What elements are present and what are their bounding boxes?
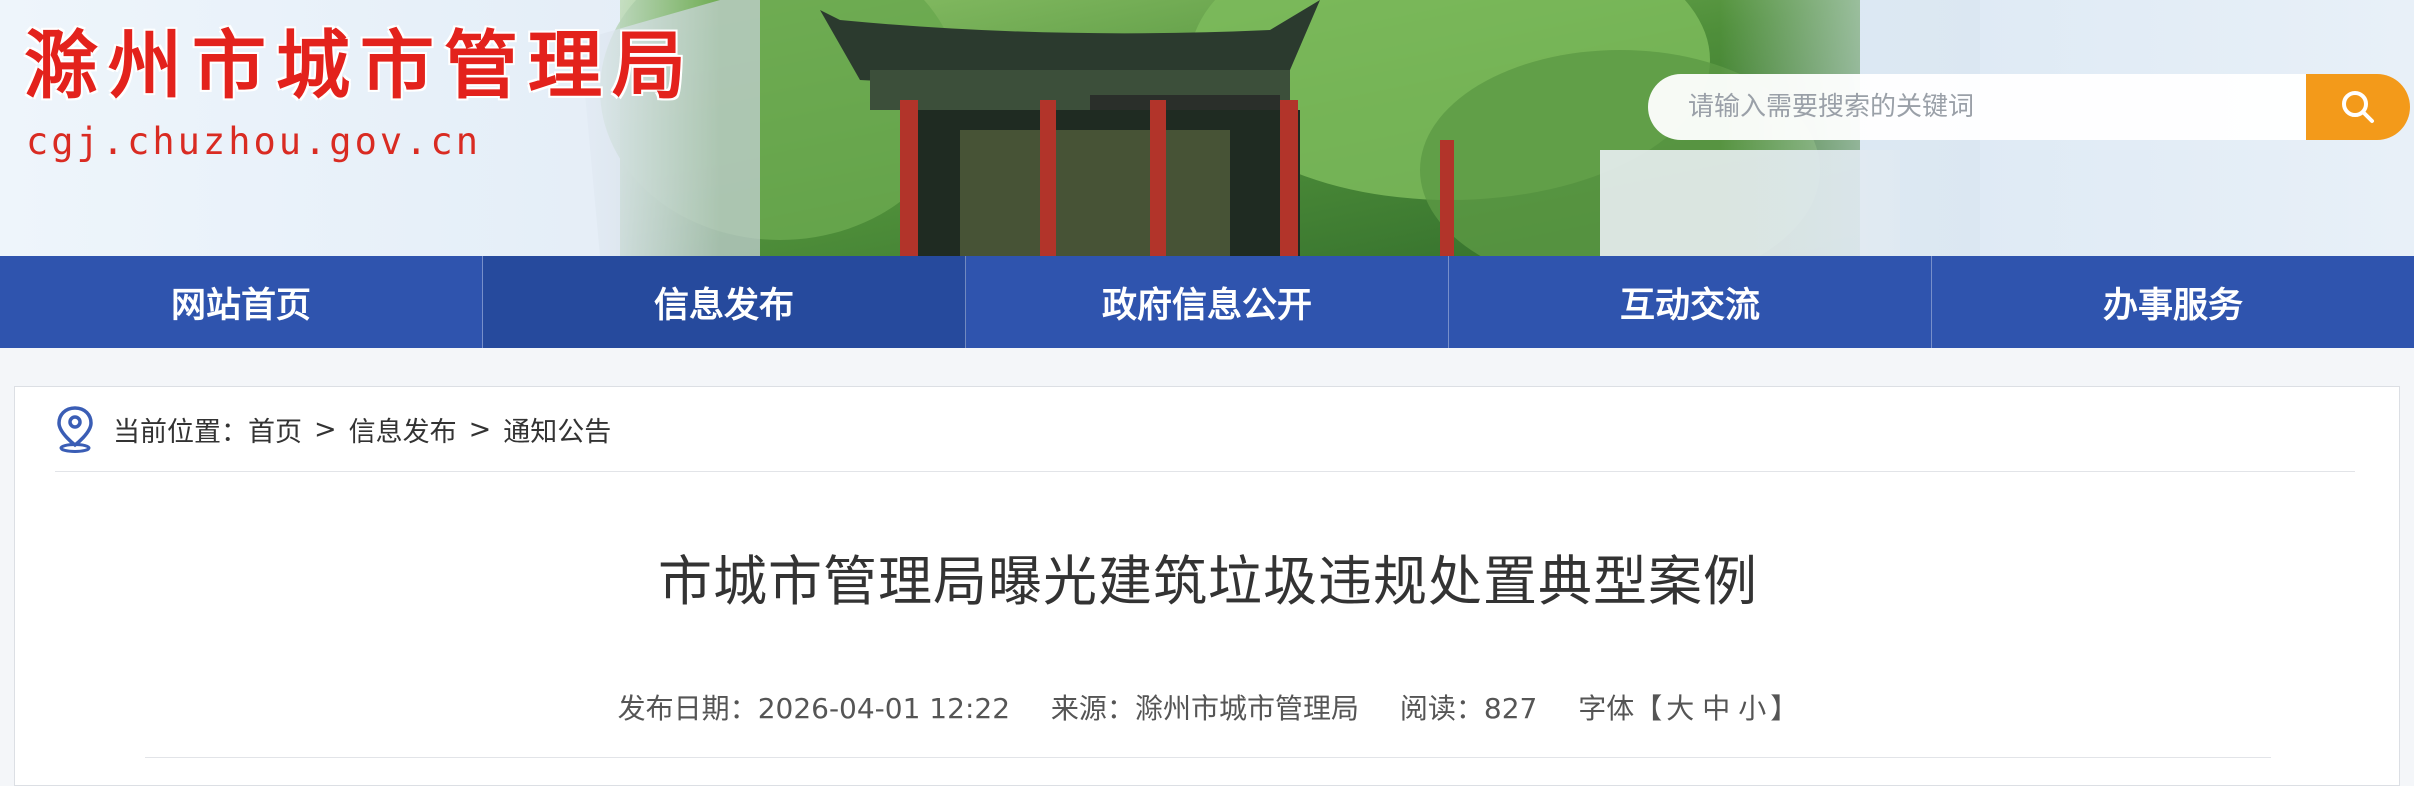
nav-item-interaction[interactable]: 互动交流 (1449, 256, 1932, 348)
source-value: 滁州市城市管理局 (1134, 692, 1359, 725)
publish-date-label: 发布日期： (617, 692, 758, 725)
article-title: 市城市管理局曝光建筑垃圾违规处置典型案例 (658, 550, 1758, 613)
font-size-control: 字体【大中小】 (1578, 692, 1798, 725)
search-input[interactable] (1648, 74, 2306, 140)
publish-date-value: 2026-04-01 12:22 (757, 692, 1011, 725)
breadcrumb-info-release[interactable]: 信息发布 (349, 410, 457, 449)
font-size-large[interactable]: 大 (1666, 692, 1694, 725)
read-count-label: 阅读： (1399, 692, 1484, 725)
site-domain: cgj.chuzhou.gov.cn (26, 120, 481, 163)
article-meta: 发布日期：2026-04-01 12:22 来源：滁州市城市管理局 阅读：827… (15, 687, 2401, 727)
location-pin-icon (55, 405, 95, 453)
font-size-small[interactable]: 小 (1738, 692, 1766, 725)
breadcrumb-separator: > (314, 413, 337, 445)
publish-date: 发布日期：2026-04-01 12:22 (618, 692, 1010, 725)
breadcrumb-prefix: 当前位置： (113, 416, 248, 448)
font-size-bracket-close: 】 (1770, 692, 1799, 725)
read-count: 阅读：827 (1400, 692, 1537, 725)
font-size-medium[interactable]: 中 (1702, 692, 1730, 725)
breadcrumb-notices[interactable]: 通知公告 (503, 410, 611, 449)
search-box (1648, 74, 2410, 140)
source: 来源：滁州市城市管理局 (1051, 692, 1359, 725)
breadcrumb: 当前位置： 首页 > 信息发布 > 通知公告 (55, 387, 2355, 472)
search-icon (2342, 91, 2374, 123)
font-size-label: 字体【 (1578, 692, 1663, 725)
source-label: 来源： (1050, 692, 1135, 725)
main-nav: 网站首页 信息发布 政府信息公开 互动交流 办事服务 (0, 256, 2414, 348)
site-header: 滁州市城市管理局 cgj.chuzhou.gov.cn (0, 0, 2414, 256)
search-button[interactable] (2306, 74, 2410, 140)
site-title: 滁州市城市管理局 (24, 23, 696, 109)
read-count-value: 827 (1483, 692, 1538, 725)
breadcrumb-separator: > (468, 413, 492, 445)
nav-item-home[interactable]: 网站首页 (0, 256, 483, 348)
breadcrumb-home[interactable]: 首页 (248, 410, 302, 449)
nav-item-info-release[interactable]: 信息发布 (483, 256, 966, 348)
nav-item-services[interactable]: 办事服务 (1932, 256, 2414, 348)
nav-item-gov-info[interactable]: 政府信息公开 (966, 256, 1449, 348)
meta-divider (145, 757, 2271, 758)
article-panel: 当前位置： 首页 > 信息发布 > 通知公告 市城市管理局曝光建筑垃圾违规处置典… (14, 386, 2400, 786)
